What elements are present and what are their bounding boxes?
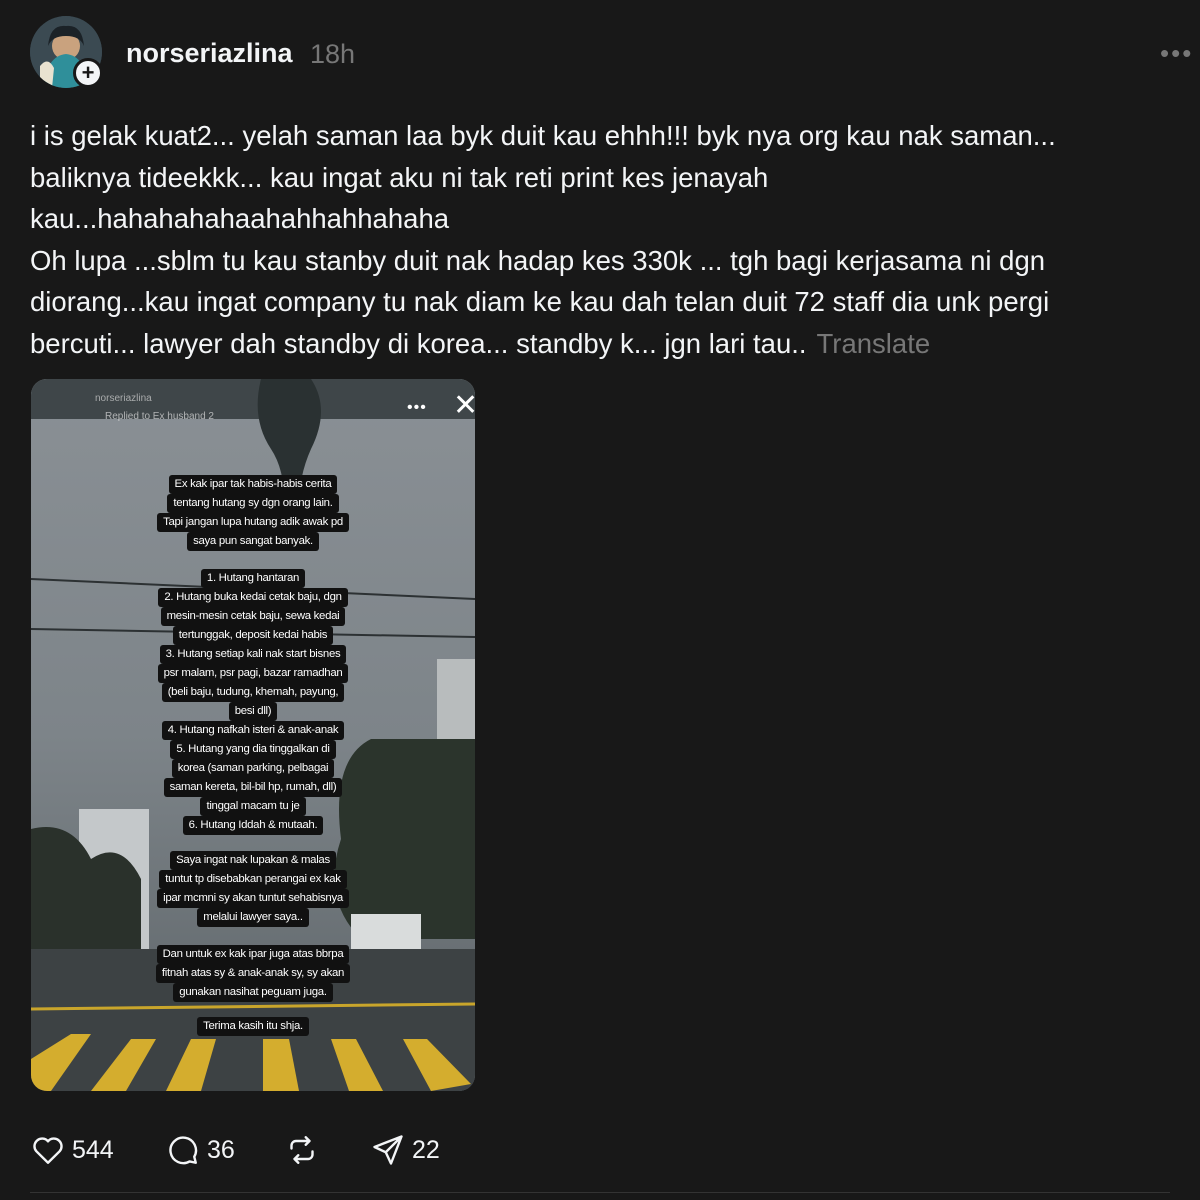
- story-text-block: Dan untuk ex kak ipar juga atas bbrpa fit…: [31, 945, 475, 1002]
- share-count: 22: [412, 1135, 440, 1164]
- comment-count: 36: [207, 1135, 235, 1164]
- repost-button[interactable]: [284, 1128, 320, 1172]
- story-text-line: (beli baju, tudung, khemah, payung,: [161, 683, 345, 702]
- story-text-line: Saya ingat nak lupakan & malas: [170, 851, 336, 870]
- story-text-line: tentang hutang sy dgn orang lain.: [167, 494, 339, 513]
- story-more-icon: •••: [407, 399, 427, 416]
- username[interactable]: norseriazlina: [126, 38, 293, 69]
- story-text-line: 1. Hutang hantaran: [200, 569, 306, 588]
- story-header: norseriazlina Replied to Ex husband 2 ••…: [43, 387, 475, 423]
- story-text-block: 1. Hutang hantaran 2. Hutang buka kedai c…: [31, 569, 475, 835]
- story-text-line: mesin-mesin cetak baju, sewa kedai: [160, 607, 346, 626]
- send-icon: [373, 1135, 403, 1165]
- story-text-line: Tapi jangan lupa hutang adik awak pd: [157, 513, 349, 532]
- story-text-line: fitnah atas sy & anak-anak sy, sy akan: [155, 964, 351, 983]
- story-text-line: saman kereta, bil-bil hp, rumah, dll): [163, 778, 343, 797]
- story-text-line: korea (saman parking, pelbagai: [171, 759, 335, 778]
- translate-link[interactable]: Translate: [817, 328, 931, 359]
- story-text-line: tertunggak, deposit kedai habis: [172, 626, 334, 645]
- story-text-line: Terima kasih itu shja.: [197, 1017, 309, 1036]
- comment-button[interactable]: 36: [165, 1128, 235, 1172]
- story-close-icon: ✕: [453, 389, 475, 422]
- story-text-line: 5. Hutang yang dia tinggalkan di: [170, 740, 336, 759]
- story-text-line: 2. Hutang buka kedai cetak baju, dgn: [158, 588, 348, 607]
- action-bar: 544 36 22: [30, 1128, 630, 1172]
- share-button[interactable]: 22: [370, 1128, 440, 1172]
- repost-icon: [290, 1136, 314, 1164]
- comment-icon: [169, 1136, 198, 1165]
- story-text-line: 3. Hutang setiap kali nak start bisnes: [159, 645, 347, 664]
- post-text: i is gelak kuat2... yelah saman laa byk …: [30, 120, 1056, 359]
- story-text-line: 6. Hutang Iddah & mutaah.: [182, 816, 324, 835]
- timestamp: 18h: [310, 39, 356, 69]
- story-text-line: 4. Hutang nafkah isteri & anak-anak: [161, 721, 345, 740]
- story-text-line: besi dll): [228, 702, 278, 721]
- post-image[interactable]: norseriazlina Replied to Ex husband 2 ••…: [31, 379, 475, 1091]
- story-text-block: Terima kasih itu shja.: [31, 1017, 475, 1036]
- story-text-line: saya pun sangat banyak.: [187, 532, 319, 551]
- story-username: norseriazlina: [95, 393, 152, 404]
- story-text-line: psr malam, psr pagi, bazar ramadhan: [157, 664, 349, 683]
- more-options-icon[interactable]: •••: [1160, 40, 1193, 66]
- divider: [30, 1192, 1170, 1193]
- like-count: 544: [72, 1135, 114, 1164]
- heart-icon: [33, 1137, 63, 1164]
- story-text-line: melalui lawyer saya..: [197, 908, 309, 927]
- follow-plus-icon[interactable]: +: [73, 58, 103, 88]
- story-text-line: tinggal macam tu je: [200, 797, 306, 816]
- story-text-line: Dan untuk ex kak ipar juga atas bbrpa: [156, 945, 350, 964]
- story-text-line: ipar mcmni sy akan tuntut sehabisnya: [157, 889, 349, 908]
- post-body: i is gelak kuat2... yelah saman laa byk …: [30, 115, 1170, 364]
- story-text-line: Ex kak ipar tak habis-habis cerita: [168, 475, 338, 494]
- like-button[interactable]: 544: [30, 1128, 114, 1172]
- story-reply-label: Replied to Ex husband 2: [105, 411, 214, 422]
- story-text-line: tuntut tp disebabkan perangai ex kak: [159, 870, 347, 889]
- story-text-block: Ex kak ipar tak habis-habis cerita tentan…: [31, 475, 475, 551]
- story-text-block: Saya ingat nak lupakan & malas tuntut tp …: [31, 851, 475, 927]
- story-text-line: gunakan nasihat peguam juga.: [173, 983, 333, 1002]
